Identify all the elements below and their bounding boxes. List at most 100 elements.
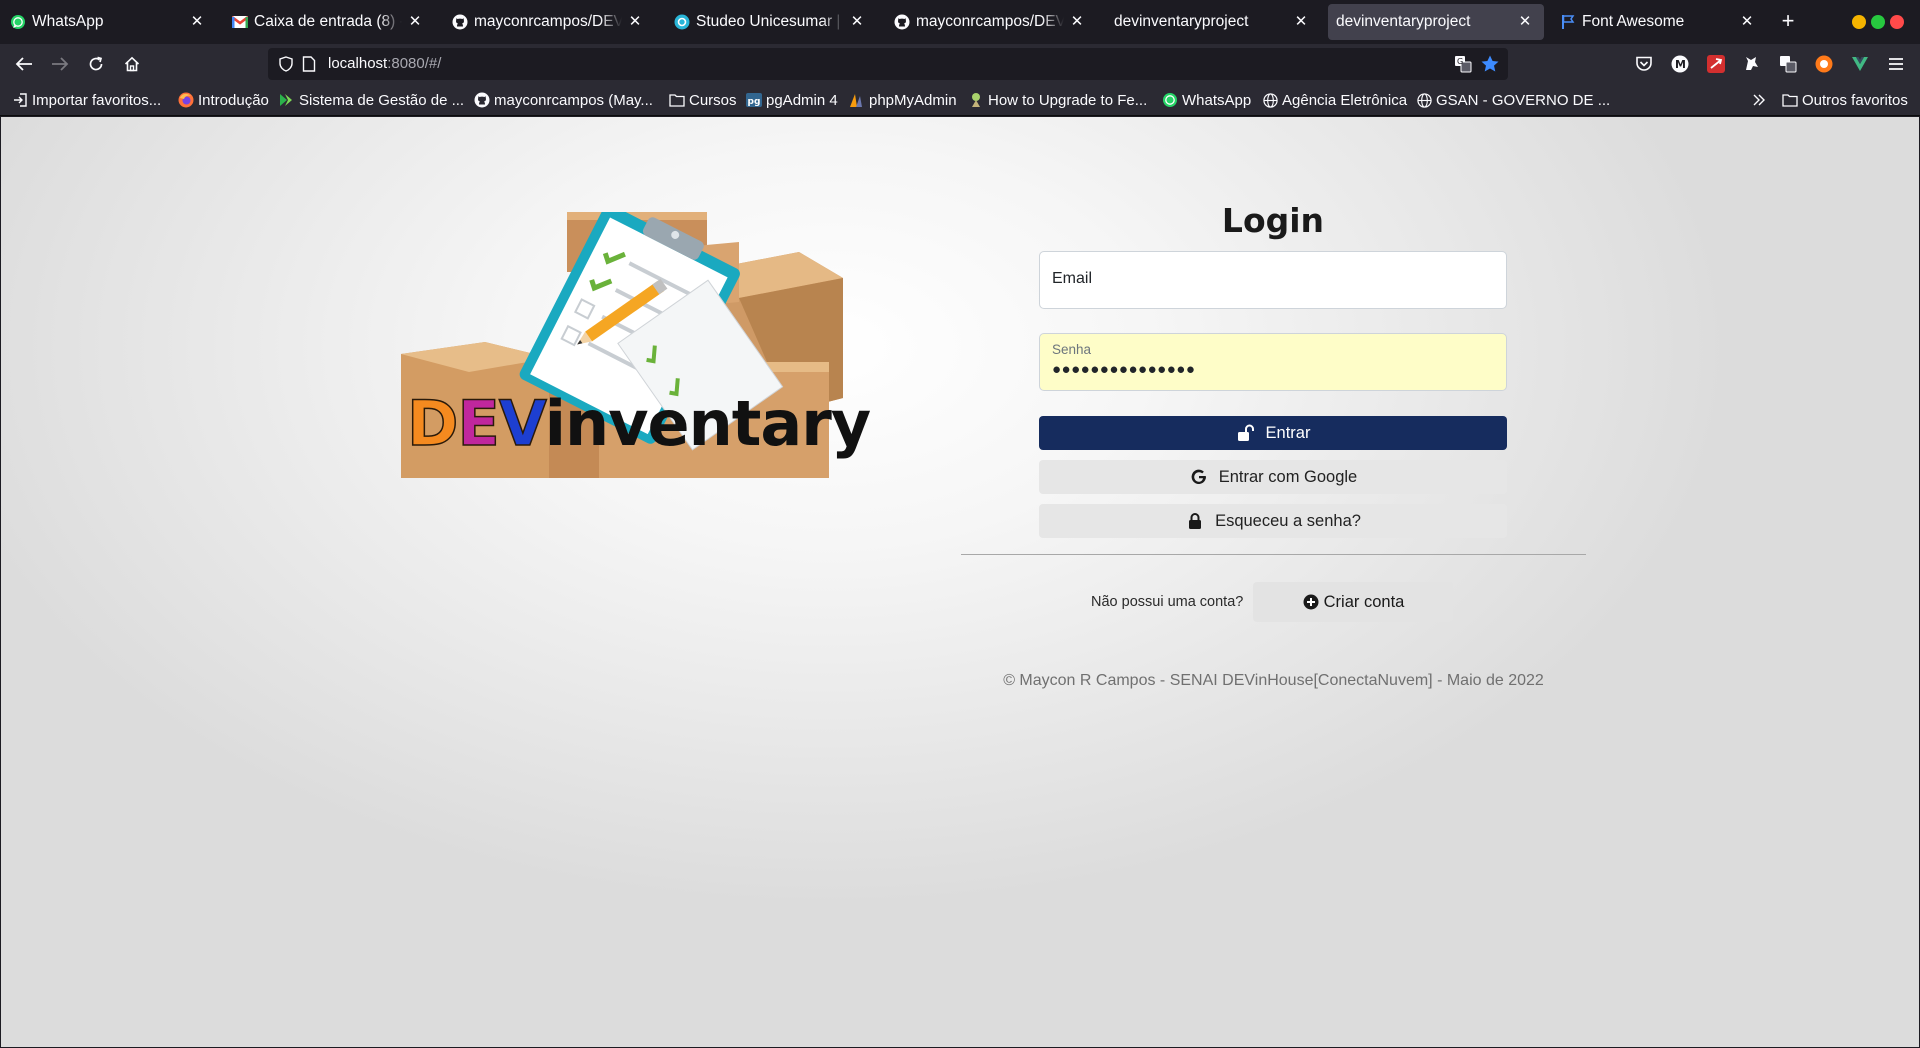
tab-title: Font Awesome bbox=[1582, 13, 1685, 30]
bookmark-sistema-gestao[interactable]: Sistema de Gestão de ... bbox=[279, 90, 464, 110]
import-icon bbox=[12, 92, 28, 108]
bookmark-whatsapp[interactable]: WhatsApp bbox=[1162, 90, 1251, 110]
bookmark-phpmyadmin[interactable]: phpMyAdmin bbox=[849, 90, 957, 110]
extension-translate-icon[interactable] bbox=[1778, 54, 1798, 74]
whatsapp-icon bbox=[10, 14, 26, 30]
tab-title: Studeo Unicesumar | Aml bbox=[696, 13, 844, 30]
google-icon bbox=[1189, 467, 1209, 487]
password-value: ●●●●●●●●●●●●●●● bbox=[1052, 361, 1196, 378]
home-icon bbox=[124, 56, 140, 72]
more-bookmarks-chevron-icon[interactable] bbox=[1752, 90, 1766, 110]
bookmark-label: pgAdmin 4 bbox=[766, 91, 838, 109]
pocket-icon[interactable] bbox=[1634, 54, 1654, 74]
whatsapp-icon bbox=[1162, 92, 1178, 108]
bookmark-label: Outros favoritos bbox=[1802, 91, 1908, 109]
tab-studeo[interactable]: Studeo Unicesumar | Aml ✕ bbox=[664, 4, 876, 40]
tab-strip: WhatsApp ✕ Caixa de entrada (8) - ma ✕ m… bbox=[0, 0, 1920, 44]
tab-title: mayconrcampos/DEVInv bbox=[474, 13, 622, 30]
login-title: Login bbox=[1221, 201, 1325, 240]
url-bar[interactable]: localhost:8080/#/ G bbox=[268, 48, 1508, 80]
bookmark-introducao[interactable]: Introdução bbox=[178, 90, 269, 110]
bookmark-label: Sistema de Gestão de ... bbox=[299, 91, 465, 109]
bookmark-label: phpMyAdmin bbox=[869, 91, 957, 109]
minimize-button[interactable] bbox=[1852, 15, 1866, 29]
bookmarks-toolbar: Importar favoritos... Introdução Sistema… bbox=[0, 84, 1920, 116]
bookmark-label: How to Upgrade to Fe... bbox=[988, 91, 1148, 109]
divider bbox=[961, 554, 1586, 555]
close-icon[interactable]: ✕ bbox=[626, 13, 644, 31]
reload-button[interactable] bbox=[84, 52, 108, 76]
flag-icon bbox=[1560, 14, 1576, 30]
close-icon[interactable]: ✕ bbox=[1516, 13, 1534, 31]
tab-github-2[interactable]: mayconrcampos/DEVInv ✕ bbox=[884, 4, 1096, 40]
shield-icon[interactable] bbox=[278, 56, 294, 77]
maximize-button[interactable] bbox=[1871, 15, 1885, 29]
translate-icon[interactable]: G bbox=[1454, 55, 1472, 78]
unlock-icon bbox=[1236, 423, 1256, 443]
logo-letter-v: V bbox=[498, 386, 546, 461]
forgot-password-button[interactable]: Esqueceu a senha? bbox=[1039, 504, 1507, 538]
tab-devinventary-active[interactable]: devinventaryproject ✕ bbox=[1328, 4, 1544, 40]
password-field[interactable]: Senha ●●●●●●●●●●●●●●● bbox=[1039, 333, 1507, 391]
page-icon[interactable] bbox=[302, 56, 316, 77]
bookmark-agencia[interactable]: Agência Eletrônica bbox=[1262, 90, 1407, 110]
google-login-button[interactable]: Entrar com Google bbox=[1039, 460, 1507, 494]
bookmark-importar[interactable]: Importar favoritos... bbox=[12, 90, 161, 110]
extension-red-icon[interactable] bbox=[1706, 54, 1726, 74]
close-window-button[interactable] bbox=[1890, 15, 1904, 29]
url-path: :8080/#/ bbox=[387, 55, 442, 72]
folder-icon bbox=[1782, 92, 1798, 108]
google-login-label: Entrar com Google bbox=[1218, 467, 1358, 486]
tab-github-1[interactable]: mayconrcampos/DEVInv ✕ bbox=[442, 4, 654, 40]
bookmark-label: Agência Eletrônica bbox=[1282, 91, 1408, 109]
lock-icon bbox=[1185, 511, 1205, 531]
tab-title: WhatsApp bbox=[32, 13, 104, 30]
svg-text:G: G bbox=[1457, 57, 1463, 66]
new-tab-button[interactable]: + bbox=[1776, 10, 1800, 34]
tab-gmail[interactable]: Caixa de entrada (8) - ma ✕ bbox=[222, 4, 434, 40]
bookmark-cursos[interactable]: Cursos bbox=[669, 90, 737, 110]
tab-title: Caixa de entrada (8) - ma bbox=[254, 13, 402, 30]
other-bookmarks[interactable]: Outros favoritos bbox=[1782, 90, 1908, 110]
fedora-icon bbox=[968, 92, 984, 108]
extension-orange-icon[interactable] bbox=[1814, 54, 1834, 74]
close-icon[interactable]: ✕ bbox=[406, 13, 424, 31]
forward-button[interactable] bbox=[48, 52, 72, 76]
bookmark-star-icon[interactable] bbox=[1480, 54, 1500, 79]
bookmark-github[interactable]: mayconrcampos (May... bbox=[474, 90, 653, 110]
logo-word-inventary: inventary bbox=[544, 387, 871, 460]
home-button[interactable] bbox=[120, 52, 144, 76]
folder-icon bbox=[669, 92, 685, 108]
close-icon[interactable]: ✕ bbox=[1738, 13, 1756, 31]
extension-wolf-icon[interactable] bbox=[1742, 54, 1762, 74]
menu-icon[interactable] bbox=[1886, 54, 1906, 74]
arrow-right-icon bbox=[52, 57, 69, 71]
login-button[interactable]: Entrar bbox=[1039, 416, 1507, 450]
logo-letter-d: D bbox=[406, 386, 459, 461]
svg-text:M: M bbox=[1675, 58, 1686, 71]
bookmark-label: Importar favoritos... bbox=[32, 91, 162, 109]
back-button[interactable] bbox=[12, 52, 36, 76]
github-icon bbox=[474, 92, 490, 108]
bookmark-fedora[interactable]: How to Upgrade to Fe... bbox=[968, 90, 1147, 110]
create-account-button[interactable]: Criar conta bbox=[1253, 582, 1453, 622]
tab-devinventary-1[interactable]: devinventaryproject ✕ bbox=[1104, 4, 1320, 40]
arrow-left-icon bbox=[15, 57, 32, 71]
forgot-password-label: Esqueceu a senha? bbox=[1215, 511, 1361, 530]
email-placeholder: Email bbox=[1052, 270, 1093, 287]
url-text[interactable]: localhost:8080/#/ bbox=[328, 55, 441, 72]
bookmark-label: mayconrcampos (May... bbox=[494, 91, 653, 109]
close-icon[interactable]: ✕ bbox=[848, 13, 866, 31]
firefox-icon bbox=[178, 92, 194, 108]
tab-font-awesome[interactable]: Font Awesome ✕ bbox=[1550, 4, 1766, 40]
vue-devtools-icon[interactable] bbox=[1850, 54, 1870, 74]
logo-text: DEVinventary bbox=[406, 386, 871, 461]
extension-m-icon[interactable]: M bbox=[1670, 54, 1690, 74]
close-icon[interactable]: ✕ bbox=[1292, 13, 1310, 31]
close-icon[interactable]: ✕ bbox=[1068, 13, 1086, 31]
bookmark-pgadmin[interactable]: pg pgAdmin 4 bbox=[746, 90, 838, 110]
bookmark-gsan[interactable]: GSAN - GOVERNO DE ... bbox=[1416, 90, 1610, 110]
email-field[interactable]: Email bbox=[1039, 251, 1507, 309]
close-icon[interactable]: ✕ bbox=[188, 13, 206, 31]
tab-whatsapp[interactable]: WhatsApp ✕ bbox=[0, 4, 216, 40]
